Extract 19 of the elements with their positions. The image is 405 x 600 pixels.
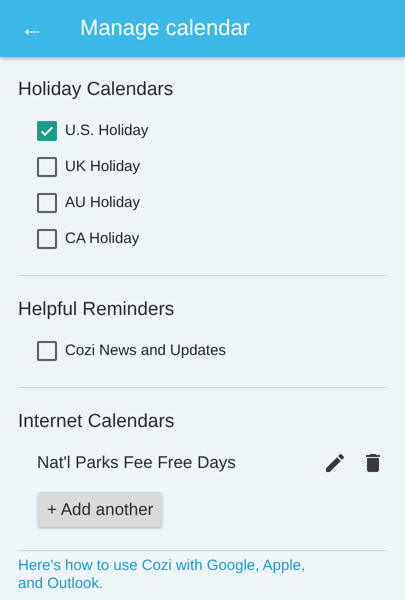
checkbox[interactable] [37,121,57,141]
calendar-name: Nat'l Parks Fee Free Days [37,452,236,474]
checkbox-label: UK Holiday [65,156,140,177]
pencil-icon[interactable] [323,451,347,475]
back-button[interactable]: ← [20,16,44,40]
section-heading: Internet Calendars [18,410,174,434]
checkbox-label: AU Holiday [65,192,140,213]
checkbox[interactable] [37,229,57,249]
checkbox[interactable] [37,341,57,361]
add-another-button[interactable]: + Add another [38,492,162,527]
checkbox-label: Cozi News and Updates [65,340,226,361]
checkbox[interactable] [37,193,57,213]
section-heading: Holiday Calendars [18,78,174,102]
help-link[interactable]: Here's how to use Cozi with Google, Apple, and Outlook. [18,557,318,593]
screen-title: Manage calendar [80,15,250,42]
checkbox[interactable] [37,157,57,177]
checkbox-label: U.S. Holiday [65,120,148,141]
checkbox-label: CA Holiday [65,228,140,249]
section-heading: Helpful Reminders [18,298,174,322]
